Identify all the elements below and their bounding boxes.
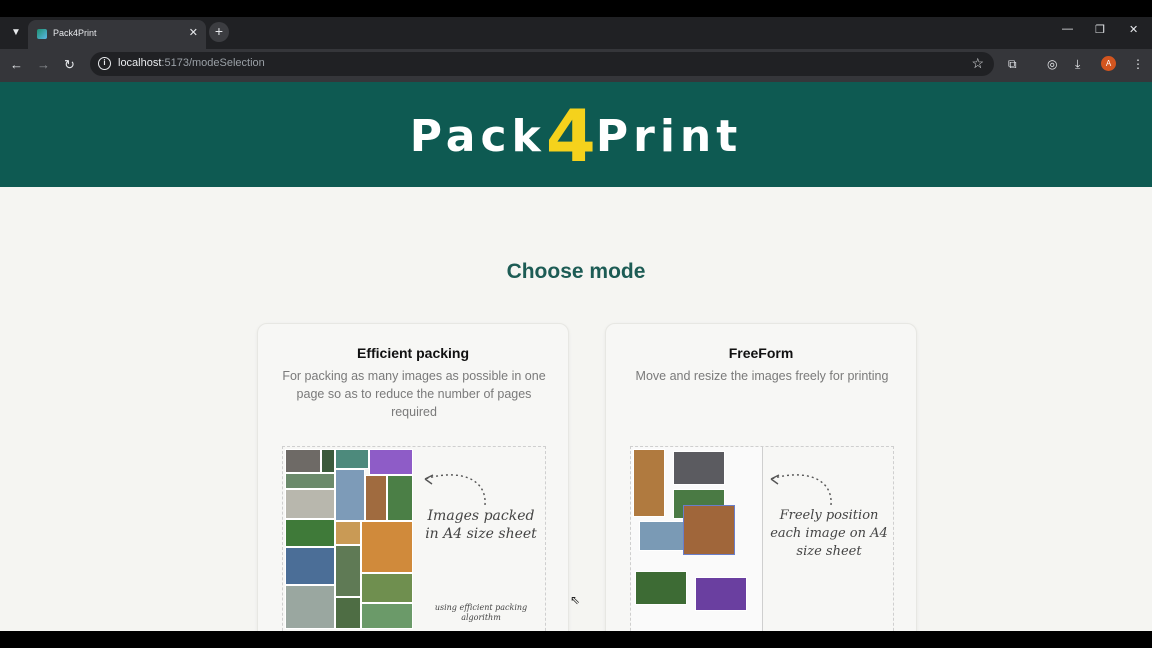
forward-icon[interactable]: → (37, 57, 50, 72)
tab-search-icon[interactable]: ▼ (6, 23, 26, 43)
menu-kebab-icon[interactable]: ⋮ (1132, 57, 1144, 71)
restore-icon[interactable]: ❐ (1095, 23, 1105, 36)
thumbnail-image (361, 521, 413, 573)
card-title: Efficient packing (356, 345, 470, 361)
thumbnail-image (635, 571, 687, 605)
thumbnail-image (335, 597, 361, 629)
packed-sheet-preview: Images packed in A4 size sheet using eff… (282, 446, 546, 631)
thumbnail-image (335, 521, 361, 545)
thumbnail-image (365, 475, 387, 521)
thumbnail-image (285, 547, 335, 585)
mode-card-efficient-packing[interactable]: Efficient packing For packing as many im… (257, 323, 569, 631)
minimize-icon[interactable]: — (1062, 23, 1073, 35)
thumbnail-image (335, 449, 369, 469)
sheet-footnote: using efficient packing algorithm (434, 603, 528, 622)
sheet-annotation: Freely position each image on A4 size sh… (770, 508, 888, 559)
bookmark-star-icon[interactable]: ☆ (971, 55, 984, 72)
card-description: Move and resize the images freely for pr… (635, 369, 889, 383)
thumbnail-image (695, 577, 747, 611)
tab-pack4print[interactable]: Pack4Print ✕ (28, 20, 206, 49)
thumbnail-image (361, 573, 413, 603)
app-header: Pack4Print (0, 82, 1152, 187)
back-icon[interactable]: ← (10, 57, 23, 72)
thumbnail-image (285, 519, 335, 547)
site-info-icon[interactable]: i (98, 57, 111, 70)
freeform-sheet-preview: Freely position each image on A4 size sh… (630, 446, 894, 631)
thumbnail-image (369, 449, 413, 475)
url-text: localhost:5173/modeSelection (118, 57, 265, 69)
card-description: For packing as many images as possible i… (282, 369, 546, 419)
thumbnail-image (633, 449, 665, 517)
extensions-icon[interactable]: ⧉ (1008, 57, 1017, 72)
tab-strip: ▼ Pack4Print ✕ + — ❐ ✕ (0, 17, 1152, 49)
selected-image[interactable] (683, 505, 735, 555)
sync-icon[interactable]: ◎ (1047, 57, 1057, 71)
thumbnail-image (335, 545, 361, 597)
thumbnail-image (387, 475, 413, 521)
page-title: Choose mode (506, 260, 646, 283)
profile-avatar[interactable]: A (1101, 56, 1116, 71)
favicon-icon (37, 29, 47, 39)
thumbnail-image (639, 521, 685, 551)
app-logo: Pack4Print (409, 94, 743, 178)
browser-toolbar: ← → ↻ i localhost:5173/modeSelection ☆ ⧉… (0, 49, 1152, 82)
thumbnail-image (285, 585, 335, 629)
page-content: Pack4Print Choose mode Efficient packing… (0, 82, 1152, 631)
thumbnail-image (285, 449, 321, 473)
address-bar[interactable]: i localhost:5173/modeSelection ☆ (90, 52, 994, 76)
sheet-annotation: Images packed in A4 size sheet (425, 508, 537, 542)
card-title: FreeForm (728, 345, 794, 361)
thumbnail-image (335, 469, 365, 521)
browser-window: ▼ Pack4Print ✕ + — ❐ ✕ ← → ↻ i localhost… (0, 0, 1152, 648)
mouse-cursor-icon: ⇖ (570, 593, 581, 607)
thumbnail-image (361, 603, 413, 629)
tab-title: Pack4Print (53, 28, 97, 38)
reload-icon[interactable]: ↻ (64, 57, 75, 73)
dotted-arrow-icon (770, 474, 832, 506)
thumbnail-image (285, 489, 335, 519)
close-window-icon[interactable]: ✕ (1129, 23, 1138, 36)
mode-card-freeform[interactable]: FreeForm Move and resize the images free… (605, 323, 917, 631)
new-tab-button[interactable]: + (209, 22, 229, 42)
download-icon[interactable]: ⤓ (1075, 57, 1080, 72)
dotted-arrow-icon (424, 474, 486, 506)
thumbnail-image (285, 473, 335, 489)
thumbnail-image (321, 449, 335, 473)
close-tab-icon[interactable]: ✕ (189, 26, 198, 39)
thumbnail-image (673, 451, 725, 485)
